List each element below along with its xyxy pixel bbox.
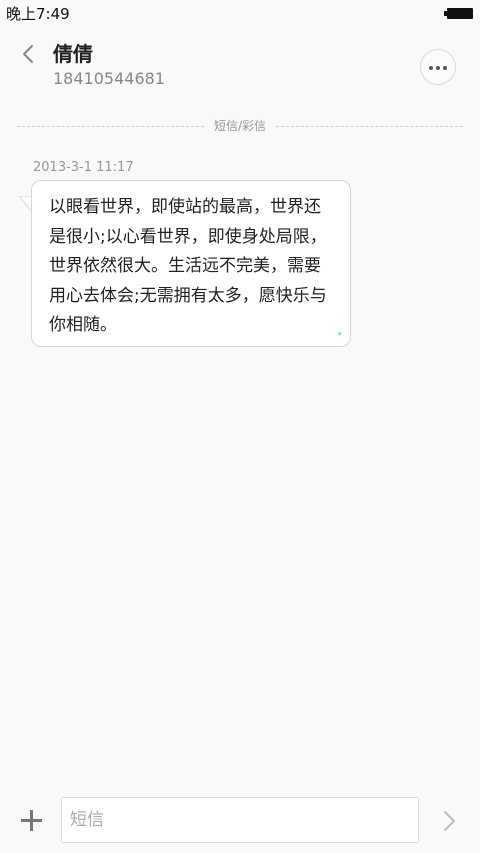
status-time: 晚上7:49 — [6, 5, 70, 23]
back-button[interactable] — [14, 40, 44, 70]
send-button[interactable] — [436, 806, 462, 836]
battery-icon — [444, 8, 473, 19]
more-options-button[interactable] — [420, 49, 456, 85]
delivered-star-icon: * — [337, 331, 343, 341]
divider-line-left — [17, 126, 204, 127]
message-bubble[interactable]: 以眼看世界，即使站的最高，世界还是很小;以心看世界，即使身处局限，世界依然很大。… — [31, 180, 351, 347]
contact-name: 倩倩 — [53, 42, 93, 66]
message-text: 以眼看世界，即使站的最高，世界还是很小;以心看世界，即使身处局限，世界依然很大。… — [49, 197, 327, 335]
message-timestamp: 2013-3-1 11:17 — [33, 160, 134, 175]
contact-number: 18410544681 — [53, 69, 165, 88]
divider-line-right — [276, 126, 463, 127]
chevron-right-icon — [436, 806, 462, 836]
status-bar: 晚上7:49 — [0, 0, 480, 28]
message-type-label: 短信/彩信 — [213, 119, 267, 133]
conversation-screen: 晚上7:49 倩倩 18410544681 短信/彩信 2013-3-1 11:… — [0, 0, 480, 853]
chevron-left-icon — [14, 40, 44, 70]
attach-button[interactable] — [19, 808, 45, 834]
message-input[interactable] — [61, 797, 419, 843]
